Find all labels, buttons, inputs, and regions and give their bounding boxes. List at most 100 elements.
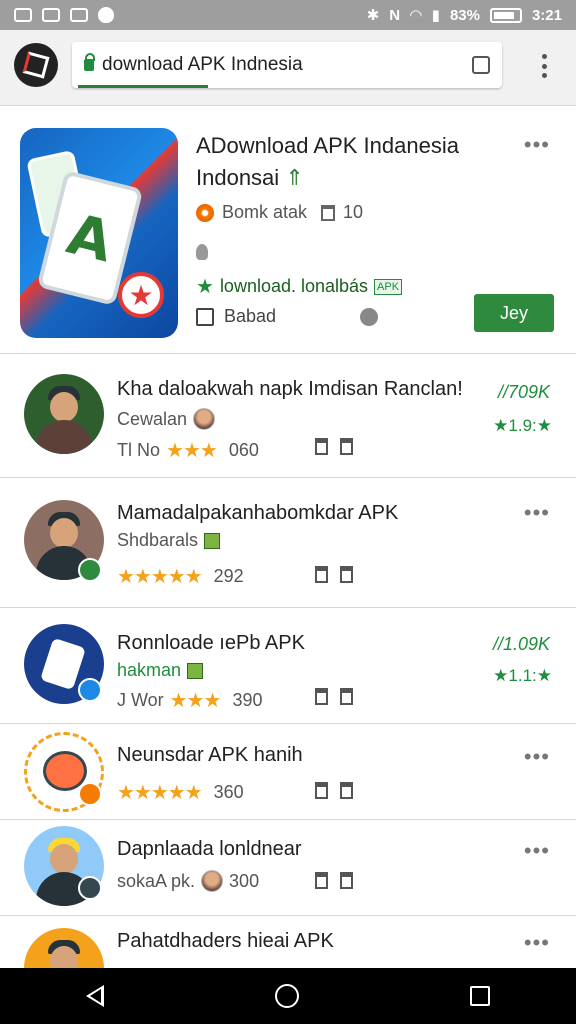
share-icon[interactable]	[340, 782, 353, 799]
rating-count: 360	[213, 782, 244, 802]
app-developer: Shdbarals	[117, 530, 221, 551]
app-avatar[interactable]	[24, 374, 104, 454]
rating-row: ★★★★★ 292	[117, 564, 244, 589]
status-bar: ✱ N ◠ ▮ 83% 3:21	[0, 0, 576, 30]
developer-name: Bomk atak	[222, 202, 308, 222]
home-icon[interactable]	[274, 984, 299, 1008]
clock: 3:21	[531, 6, 562, 24]
rating-count: 292	[213, 566, 244, 586]
image-icon	[14, 8, 32, 22]
notification-icon	[98, 7, 114, 23]
rating-row: Tl No ★★★ 060	[117, 440, 259, 462]
url-bar[interactable]: download APK Indnesia	[72, 42, 502, 88]
battery-percent: 83%	[449, 6, 480, 24]
install-button[interactable]: Jey	[474, 294, 554, 332]
rating-row: ★★★★★ 360	[117, 780, 244, 805]
up-arrow-icon: ⇑	[285, 165, 304, 190]
more-options-icon[interactable]: •••	[524, 500, 550, 526]
recents-icon[interactable]	[470, 986, 491, 1006]
more-options-icon[interactable]: •••	[524, 744, 550, 770]
developer-row: Bomk atak 10	[196, 202, 363, 223]
badge-icon	[78, 782, 102, 806]
browser-toolbar: download APK Indnesia	[0, 30, 576, 106]
app-developer: sokaA pk. 300	[117, 870, 260, 892]
download-stat: //1.09K	[492, 634, 550, 654]
app-title[interactable]: Neunsdar APK hanih	[117, 744, 303, 767]
rating-count: 390	[232, 690, 263, 710]
share-icon[interactable]	[340, 566, 353, 583]
mail-icon	[70, 8, 88, 22]
status-left-icons	[14, 7, 114, 23]
list-item[interactable]: Dapnlaada lonldnear sokaA pk. 300 •••	[0, 820, 576, 916]
app-developer: Cewalan	[117, 408, 216, 430]
tagline-row: ★ lownload. lonalbás APK	[196, 274, 403, 299]
app-title[interactable]: Kha daloakwah napk Imdisan Ranclan!	[117, 378, 463, 401]
wifi-icon: ◠	[410, 7, 422, 24]
rating-stars: ★★★	[166, 440, 218, 462]
more-options-icon[interactable]: •••	[524, 838, 550, 864]
rating-row: J Wor ★★★ 390	[117, 690, 263, 712]
lock-icon	[84, 53, 95, 71]
badge-icon	[78, 876, 102, 900]
developer-badge-icon	[187, 662, 204, 679]
rating-value: ★1.1:★	[493, 666, 552, 685]
download-icon[interactable]	[315, 872, 328, 889]
rating-stars: ★★★★★	[117, 566, 203, 588]
download-icon[interactable]	[315, 688, 328, 705]
storage-icon	[196, 307, 214, 326]
nfc-icon: N	[389, 6, 401, 24]
rating-stars: ★★★★★	[117, 782, 203, 804]
apk-badge: APK	[374, 278, 403, 295]
tagline-text: lownload. lonalbás	[219, 276, 369, 296]
list-item[interactable]: Neunsdar APK hanih ★★★★★ 360 •••	[0, 724, 576, 820]
download-stat: //709K	[497, 382, 550, 402]
sim-icon	[42, 8, 60, 22]
status-right-icons: ✱ N ◠ ▮ 83% 3:21	[366, 6, 562, 25]
verified-badge-icon	[78, 558, 102, 582]
developer-count: 10	[343, 202, 364, 222]
app-title[interactable]: Mamadalpakanhabomkdar APK	[117, 502, 398, 525]
rating-count: 060	[228, 440, 259, 460]
share-icon[interactable]	[340, 438, 353, 455]
download-icon[interactable]	[315, 438, 328, 455]
app-title[interactable]: Dapnlaada lonldnear	[117, 838, 302, 861]
app-avatar[interactable]	[24, 928, 104, 968]
developer-icon	[196, 203, 214, 222]
size-row: Babad	[196, 306, 276, 327]
bluetooth-icon: ✱	[366, 7, 380, 24]
system-nav-bar	[0, 968, 576, 1024]
app-title[interactable]: Pahatdhaders hieai APK	[117, 930, 334, 953]
featured-app-title[interactable]: ADownload APK Indanesia Indonsai ⇑	[196, 130, 496, 194]
rating-stars: ★★★	[169, 690, 222, 712]
list-item[interactable]: Kha daloakwah napk Imdisan Ranclan! Cewa…	[0, 354, 576, 478]
download-icon[interactable]	[315, 566, 328, 583]
app-title[interactable]: Ronnloade ıePb APK	[117, 632, 305, 655]
featured-app-card[interactable]: A ★ ADownload APK Indanesia Indonsai ⇑ •…	[0, 106, 576, 354]
download-icon	[321, 204, 336, 221]
overflow-menu-icon[interactable]	[542, 54, 548, 78]
list-item[interactable]: Mamadalpakanhabomkdar APK Shdbarals ★★★★…	[0, 478, 576, 608]
share-icon[interactable]	[340, 688, 353, 705]
more-options-icon[interactable]: •••	[524, 930, 550, 956]
signal-icon: ▮	[431, 7, 440, 24]
disc-icon	[360, 308, 378, 326]
featured-app-icon[interactable]: A ★	[20, 128, 178, 338]
star-icon: ★	[196, 276, 214, 298]
developer-badge-icon	[204, 532, 221, 549]
site-logo-icon[interactable]	[14, 43, 58, 87]
download-icon[interactable]	[315, 782, 328, 799]
tab-switcher-icon[interactable]	[472, 56, 490, 74]
size-text: Babad	[224, 306, 277, 326]
share-icon[interactable]	[340, 872, 353, 889]
battery-icon	[489, 7, 522, 23]
developer-avatar-icon	[193, 408, 216, 430]
back-icon[interactable]	[85, 985, 104, 1007]
app-developer: hakman	[117, 660, 204, 681]
more-options-icon[interactable]: •••	[524, 132, 550, 158]
action-icons	[315, 438, 353, 455]
rating-value: ★1.9:★	[493, 416, 552, 435]
badge-icon	[78, 678, 102, 702]
url-text[interactable]: download APK Indnesia	[102, 54, 472, 76]
list-item[interactable]: Pahatdhaders hieai APK •••	[0, 916, 576, 968]
list-item[interactable]: Ronnloade ıePb APK hakman J Wor ★★★ 390 /…	[0, 608, 576, 724]
